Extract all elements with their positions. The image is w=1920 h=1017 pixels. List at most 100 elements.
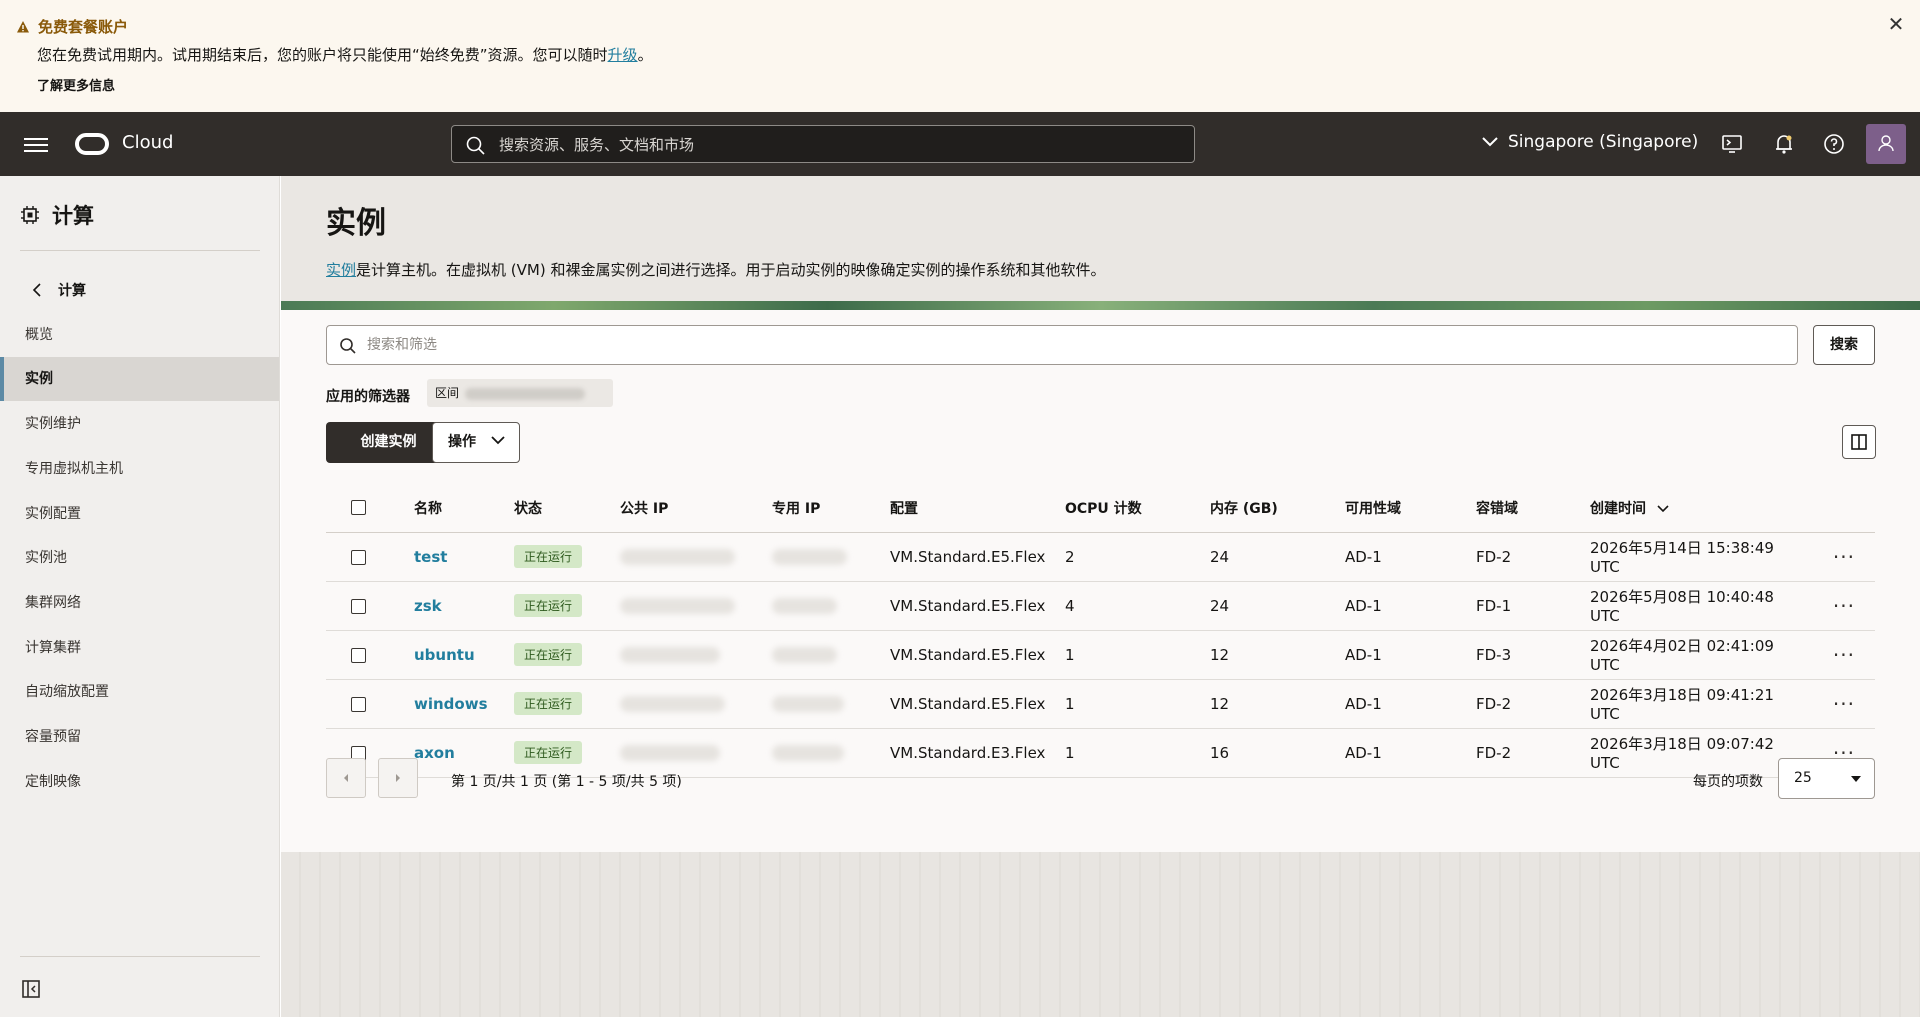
- brand-label[interactable]: Cloud: [122, 132, 173, 153]
- row-checkbox[interactable]: [351, 647, 366, 663]
- instances-doc-link[interactable]: 实例: [326, 261, 356, 279]
- instance-name-link[interactable]: axon: [414, 744, 455, 762]
- compartment-filter-chip[interactable]: 区间: [427, 379, 613, 407]
- public-ip-cell: [620, 630, 772, 680]
- cloud-shell-icon[interactable]: [1720, 132, 1744, 156]
- sidebar-item-capacity-reservations[interactable]: 容量预留: [0, 715, 279, 759]
- search-icon: [466, 136, 485, 155]
- banner-message: 您在免费试用期内。试用期结束后，您的账户将只能使用“始终免费”资源。您可以随时升…: [37, 44, 653, 65]
- sidebar: 计算 计算 概览 实例 实例维护 专用虚拟机主机 实例配置 实例池 集群网络 计…: [0, 176, 280, 1017]
- ocpu-cell: 2: [1065, 532, 1210, 582]
- instance-name-link[interactable]: windows: [414, 695, 488, 713]
- col-private-ip[interactable]: 专用 IP: [772, 484, 890, 533]
- learn-more-link[interactable]: 了解更多信息: [37, 75, 115, 94]
- more-actions-icon[interactable]: ···: [1833, 692, 1855, 716]
- table-row[interactable]: axon 正在运行 VM.Standard.E3.Flex 1 16 AD-1 …: [326, 728, 1875, 778]
- sidebar-item-autoscaling[interactable]: 自动缩放配置: [0, 670, 279, 714]
- col-public-ip[interactable]: 公共 IP: [620, 484, 772, 533]
- redacted-public-ip: [620, 598, 735, 614]
- applied-filters-label: 应用的筛选器: [326, 389, 410, 405]
- public-ip-cell: [620, 532, 772, 582]
- fd-cell: FD-3: [1476, 630, 1590, 680]
- row-actions-cell: ···: [1800, 581, 1875, 631]
- region-selector[interactable]: Singapore (Singapore): [1482, 132, 1698, 152]
- select-all-cell: [326, 484, 414, 533]
- ocpu-cell: 4: [1065, 581, 1210, 631]
- col-memory[interactable]: 内存 (GB): [1210, 484, 1345, 533]
- redacted-private-ip: [772, 598, 837, 614]
- sidebar-item-compute-clusters[interactable]: 计算集群: [0, 626, 279, 670]
- private-ip-cell: [772, 728, 890, 778]
- private-ip-cell: [772, 679, 890, 729]
- filter-search-input[interactable]: [367, 334, 1767, 356]
- ad-cell: AD-1: [1345, 679, 1476, 729]
- actions-menu-button[interactable]: 操作: [432, 422, 520, 463]
- redacted-private-ip: [772, 549, 847, 565]
- sidebar-item-custom-images[interactable]: 定制映像: [0, 760, 279, 804]
- col-name[interactable]: 名称: [414, 484, 514, 533]
- global-search-input[interactable]: [499, 132, 1179, 158]
- collapse-sidebar-icon[interactable]: [22, 980, 40, 998]
- upgrade-link[interactable]: 升级: [608, 46, 638, 64]
- oracle-logo-icon[interactable]: [75, 133, 109, 155]
- sidebar-title: 计算: [20, 200, 94, 230]
- close-icon[interactable]: ✕: [1884, 12, 1908, 36]
- status-badge: 正在运行: [514, 594, 583, 617]
- instance-name-link[interactable]: zsk: [414, 597, 442, 615]
- row-select-cell: [326, 532, 414, 582]
- instance-name-link[interactable]: test: [414, 548, 447, 566]
- row-checkbox[interactable]: [351, 696, 366, 712]
- notification-bell-icon[interactable]: [1772, 132, 1796, 156]
- redacted-public-ip: [620, 647, 720, 663]
- redacted-public-ip: [620, 696, 725, 712]
- more-actions-icon[interactable]: ···: [1833, 545, 1855, 569]
- col-ocpu[interactable]: OCPU 计数: [1065, 484, 1210, 533]
- help-icon[interactable]: [1822, 132, 1846, 156]
- items-per-page-select[interactable]: 25: [1778, 758, 1875, 799]
- sidebar-back-link[interactable]: 计算: [32, 280, 86, 300]
- redacted-public-ip: [620, 549, 735, 565]
- filter-search-box[interactable]: [326, 325, 1798, 365]
- redacted-compartment: [465, 387, 586, 400]
- shape-cell: VM.Standard.E5.Flex: [890, 532, 1065, 582]
- user-avatar[interactable]: [1866, 124, 1906, 164]
- column-settings-button[interactable]: [1842, 425, 1876, 459]
- status-badge: 正在运行: [514, 643, 583, 666]
- previous-page-button[interactable]: [326, 758, 366, 798]
- more-actions-icon[interactable]: ···: [1833, 643, 1855, 667]
- sidebar-item-cluster-networks[interactable]: 集群网络: [0, 581, 279, 625]
- col-availability-domain[interactable]: 可用性域: [1345, 484, 1476, 533]
- instance-name-link[interactable]: ubuntu: [414, 646, 475, 664]
- ad-cell: AD-1: [1345, 630, 1476, 680]
- actions-label: 操作: [448, 434, 476, 450]
- ocpu-cell: 1: [1065, 728, 1210, 778]
- col-fault-domain[interactable]: 容错域: [1476, 484, 1590, 533]
- table-row[interactable]: zsk 正在运行 VM.Standard.E5.Flex 4 24 AD-1 F…: [326, 581, 1875, 631]
- select-all-checkbox[interactable]: [351, 500, 366, 516]
- table-row[interactable]: test 正在运行 VM.Standard.E5.Flex 2 24 AD-1 …: [326, 532, 1875, 582]
- page-description: 实例是计算主机。在虚拟机 (VM) 和裸金属实例之间进行选择。用于启动实例的映像…: [326, 259, 1105, 280]
- sidebar-item-overview[interactable]: 概览: [0, 313, 279, 357]
- next-page-button[interactable]: [378, 758, 418, 798]
- col-shape[interactable]: 配置: [890, 484, 1065, 533]
- search-button[interactable]: 搜索: [1813, 325, 1875, 365]
- table-row[interactable]: windows 正在运行 VM.Standard.E5.Flex 1 12 AD…: [326, 679, 1875, 729]
- sidebar-item-instance-pools[interactable]: 实例池: [0, 536, 279, 580]
- instance-name-cell: zsk: [414, 581, 514, 631]
- col-created[interactable]: 创建时间: [1590, 484, 1800, 533]
- warning-icon: [17, 20, 29, 32]
- page-title: 实例: [326, 206, 386, 241]
- private-ip-cell: [772, 532, 890, 582]
- table-row[interactable]: ubuntu 正在运行 VM.Standard.E5.Flex 1 12 AD-…: [326, 630, 1875, 680]
- row-checkbox[interactable]: [351, 549, 366, 565]
- sidebar-item-instance-configurations[interactable]: 实例配置: [0, 492, 279, 536]
- row-checkbox[interactable]: [351, 598, 366, 614]
- sidebar-item-dedicated-vm-hosts[interactable]: 专用虚拟机主机: [0, 447, 279, 491]
- sidebar-item-instances[interactable]: 实例: [0, 357, 279, 401]
- more-actions-icon[interactable]: ···: [1833, 594, 1855, 618]
- menu-icon[interactable]: [24, 134, 48, 154]
- sidebar-back-label: 计算: [58, 283, 86, 299]
- global-search[interactable]: [451, 125, 1195, 163]
- col-status[interactable]: 状态: [514, 484, 620, 533]
- sidebar-item-instance-maintenance[interactable]: 实例维护: [0, 402, 279, 446]
